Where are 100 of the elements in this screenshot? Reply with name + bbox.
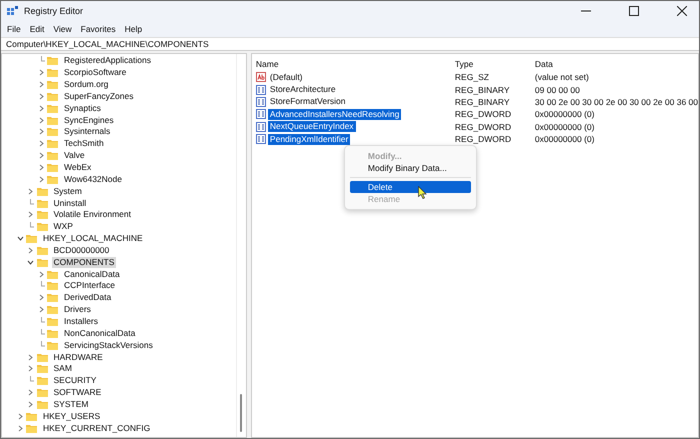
folder-icon (47, 316, 58, 326)
folder-icon (47, 270, 58, 279)
folder-icon (47, 328, 58, 338)
folder-icon (36, 376, 48, 386)
folder-icon (36, 186, 48, 196)
menu-item[interactable]: View (53, 24, 72, 34)
chevron-right-icon[interactable] (26, 400, 34, 408)
value-data: 0x00000000 (0) (534, 134, 596, 144)
chevron-right-icon[interactable] (37, 294, 45, 302)
tree-item[interactable]: SyncEngines (62, 114, 116, 126)
column-header[interactable]: Name (252, 59, 455, 69)
menu-item[interactable]: File (7, 24, 21, 34)
menu-item[interactable]: Help (124, 24, 142, 34)
tree-item[interactable]: TechSmith (62, 138, 106, 150)
tree-item[interactable]: RegisteredApplications (62, 55, 153, 66)
folder-icon (36, 388, 48, 398)
tree-item[interactable]: Installers (62, 316, 100, 327)
mouse-pointer-icon (418, 186, 427, 199)
tree-item[interactable]: SYSTEM (52, 398, 90, 410)
value-name[interactable]: PendingXmlIdentifier (268, 134, 350, 145)
chevron-right-icon[interactable] (37, 176, 45, 183)
menu-item[interactable]: Favorites (80, 24, 116, 34)
tree-item[interactable]: NonCanonicalData (62, 328, 138, 339)
chevron-down-icon[interactable] (16, 235, 24, 242)
chevron-right-icon[interactable] (26, 211, 34, 218)
tree-item[interactable]: SOFTWARE (52, 387, 104, 398)
chevron-down-icon[interactable] (26, 258, 34, 266)
string-value-icon (256, 72, 266, 82)
chevron-right-icon[interactable] (37, 164, 45, 172)
tree-item[interactable]: CCPInterface (62, 280, 118, 292)
chevron-right-icon[interactable] (26, 365, 34, 372)
tree-item[interactable]: Wow6432Node (62, 174, 124, 185)
chevron-right-icon[interactable] (16, 424, 24, 432)
value-name[interactable]: (Default) (268, 72, 305, 83)
chevron-right-icon[interactable] (26, 188, 34, 195)
folder-icon (36, 210, 48, 220)
tree-item[interactable]: Volatile Environment (52, 209, 133, 220)
chevron-right-icon[interactable] (37, 152, 45, 160)
binary-value-icon (256, 122, 266, 132)
tree-item[interactable]: System (52, 186, 84, 197)
chevron-right-icon[interactable] (37, 116, 45, 124)
chevron-right-icon[interactable] (37, 140, 45, 148)
value-name[interactable]: StoreFormatVersion (268, 96, 348, 108)
tree-item[interactable]: WXP (52, 221, 75, 232)
folder-icon (47, 340, 58, 350)
scrollbar-thumb[interactable] (240, 394, 242, 432)
address-bar[interactable]: Computer\HKEY_LOCAL_MACHINE\COMPONENTS (1, 37, 699, 51)
chevron-right-icon[interactable] (37, 306, 45, 314)
folder-icon (36, 352, 48, 362)
binary-value-icon (256, 134, 266, 144)
binary-value-icon (256, 109, 266, 120)
folder-icon (47, 56, 58, 66)
value-name[interactable]: AdvancedInstallersNeedResolving (268, 108, 402, 120)
tree-item[interactable]: SuperFancyZones (62, 90, 136, 102)
context-menu-item[interactable]: Modify Binary Data... (350, 162, 471, 174)
chevron-right-icon[interactable] (37, 81, 45, 88)
tree-item[interactable]: BCD00000000 (52, 244, 112, 256)
tree-item[interactable]: COMPONENTS (52, 256, 116, 268)
tree-item[interactable]: ServicingStackVersions (62, 340, 155, 351)
binary-value-icon (256, 96, 266, 107)
chevron-right-icon[interactable] (16, 412, 24, 420)
value-data: 09 00 00 00 (534, 84, 581, 95)
chevron-right-icon[interactable] (37, 104, 45, 112)
maximize-icon[interactable] (629, 6, 639, 16)
tree-item[interactable]: WebEx (62, 162, 94, 174)
folder-icon (36, 198, 48, 208)
chevron-right-icon[interactable] (37, 128, 45, 136)
tree-item[interactable]: Uninstall (52, 198, 88, 209)
column-header[interactable]: Data (534, 59, 698, 69)
tree-item[interactable]: DerivedData (62, 292, 114, 304)
tree-item[interactable]: CanonicalData (62, 268, 122, 280)
tree-item[interactable]: HKEY_LOCAL_MACHINE (41, 233, 145, 244)
tree-item[interactable]: HKEY_USERS (41, 410, 102, 422)
tree-item[interactable]: HKEY_CURRENT_CONFIG (41, 422, 152, 434)
tree-item[interactable]: Valve (62, 150, 87, 162)
chevron-right-icon[interactable] (26, 389, 34, 396)
tree-item[interactable]: ScorpioSoftware (62, 67, 128, 78)
tree-item[interactable]: Synaptics (62, 102, 103, 114)
folder-icon (36, 246, 48, 255)
tree-item[interactable]: HARDWARE (52, 352, 105, 363)
tree-item[interactable]: SECURITY (52, 375, 98, 386)
column-header[interactable]: Type (454, 59, 535, 69)
chevron-right-icon[interactable] (37, 92, 45, 100)
menu-item[interactable]: Edit (30, 24, 44, 34)
tree-item[interactable]: SAM (52, 363, 74, 374)
chevron-right-icon[interactable] (37, 69, 45, 76)
folder-icon (47, 151, 58, 160)
tree-item[interactable]: Sysinternals (62, 126, 112, 138)
tree-item[interactable]: Sordum.org (62, 79, 110, 90)
tree-item[interactable]: Drivers (62, 304, 93, 316)
value-name[interactable]: StoreArchitecture (268, 84, 338, 96)
chevron-right-icon[interactable] (26, 246, 34, 254)
value-data: 0x00000000 (0) (534, 122, 596, 132)
context-menu-item[interactable]: Delete (350, 181, 471, 193)
folder-icon (47, 104, 58, 113)
close-icon[interactable] (677, 6, 687, 16)
folder-icon (47, 293, 58, 302)
chevron-right-icon[interactable] (37, 270, 45, 278)
value-name[interactable]: NextQueueEntryIndex (268, 121, 356, 132)
chevron-right-icon[interactable] (26, 354, 34, 361)
